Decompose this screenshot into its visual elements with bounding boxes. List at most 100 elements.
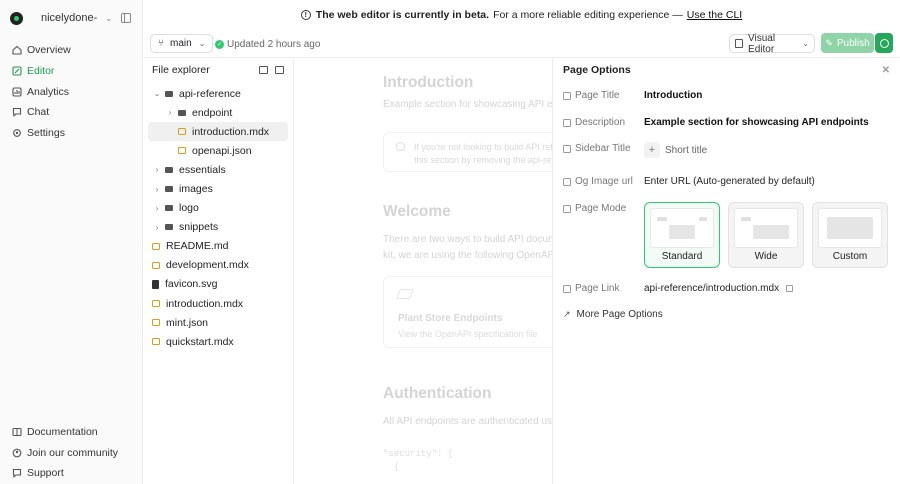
- copy-icon[interactable]: [786, 285, 794, 292]
- field-label: Page Title: [575, 90, 620, 101]
- tree-folder[interactable]: › images: [143, 179, 293, 198]
- chevron-right-icon[interactable]: ›: [165, 108, 175, 117]
- tree-item-label: api-reference: [179, 87, 241, 100]
- editor-canvas[interactable]: Introduction Example section for showcas…: [295, 58, 552, 484]
- doc-heading-introduction: Introduction: [383, 74, 474, 91]
- editor-icon: [12, 66, 22, 76]
- chevron-down-icon[interactable]: ⌄: [105, 13, 113, 24]
- page-options-panel: Page Options ✕ Page Title Introduction D…: [552, 58, 900, 484]
- tree-file[interactable]: development.mdx: [143, 256, 293, 275]
- folder-icon: [165, 186, 173, 193]
- layout-icon: [735, 39, 744, 48]
- file-icon: [152, 261, 160, 269]
- tree-item-label: essentials: [179, 163, 226, 176]
- code-line: "security": [: [383, 449, 454, 459]
- more-page-options-link[interactable]: ↗ More Page Options: [563, 309, 663, 320]
- description-input[interactable]: Example section for showcasing API endpo…: [644, 117, 869, 128]
- tree-item-label: introduction.mdx: [166, 297, 244, 310]
- chevron-right-icon[interactable]: ›: [152, 185, 162, 194]
- nav-item-overview[interactable]: Overview: [0, 40, 142, 60]
- page-title-label: Page Title: [563, 90, 619, 101]
- nav-item-label: Documentation: [27, 426, 98, 439]
- org-name: nicelydone-...: [41, 12, 97, 24]
- nav-item-settings[interactable]: Settings: [0, 123, 142, 143]
- file-icon: [152, 300, 160, 308]
- tree-file[interactable]: introduction.mdx: [148, 122, 288, 142]
- folder-icon: [165, 90, 173, 97]
- beta-banner: ! The web editor is currently in beta. F…: [143, 0, 900, 30]
- card-title: Plant Store Endpoints: [398, 313, 503, 324]
- home-icon: [12, 45, 22, 55]
- mode-thumbnail: [650, 208, 714, 248]
- tree-file[interactable]: openapi.json: [143, 141, 293, 160]
- doc-code-block: "security": [ {: [383, 448, 453, 474]
- page-link-text: api-reference/introduction.mdx: [644, 283, 780, 294]
- nav-item-editor[interactable]: Editor: [0, 61, 142, 81]
- tree-folder[interactable]: › endpoint: [143, 103, 293, 122]
- folder-icon: [165, 166, 173, 173]
- chevron-right-icon[interactable]: ›: [152, 223, 162, 232]
- new-folder-icon[interactable]: [259, 66, 268, 74]
- code-line: {: [383, 462, 400, 472]
- tree-file[interactable]: introduction.mdx: [143, 294, 293, 313]
- visual-editor-label: Visual Editor: [748, 32, 776, 55]
- tree-file[interactable]: mint.json: [143, 313, 293, 332]
- page-link-label: Page Link: [563, 283, 619, 294]
- nav-item-analytics[interactable]: Analytics: [0, 81, 142, 101]
- file-explorer-title: File explorer: [152, 64, 210, 76]
- mode-wide[interactable]: Wide: [728, 202, 804, 268]
- page-title-input[interactable]: Introduction: [644, 90, 702, 101]
- folder-icon: [178, 109, 186, 116]
- tree-folder[interactable]: › logo: [143, 199, 293, 218]
- doc-paragraph: kit, we are using the following OpenAPI: [383, 250, 552, 261]
- mode-custom[interactable]: Custom: [812, 202, 888, 268]
- file-tree: ⌄ api-reference › endpoint introduction.mdx o…: [143, 84, 293, 351]
- tree-folder[interactable]: › snippets: [143, 218, 293, 237]
- nav-item-documentation[interactable]: Documentation: [0, 422, 143, 442]
- sidebar-toggle-icon[interactable]: [120, 13, 131, 23]
- branch-name: main: [170, 38, 192, 49]
- doc-card: Plant Store Endpoints View the OpenAPI s…: [383, 276, 552, 348]
- mode-label: Wide: [754, 251, 778, 262]
- git-branch-icon: ⑂: [158, 38, 164, 49]
- new-file-icon[interactable]: [275, 66, 284, 74]
- branch-selector[interactable]: ⑂ main ⌄: [150, 34, 214, 53]
- nav-item-label: Overview: [27, 44, 71, 57]
- nav-item-label: Settings: [27, 126, 65, 139]
- sidebar-title-input[interactable]: + Short title: [644, 142, 707, 158]
- publish-button[interactable]: ✎ Publish: [821, 33, 874, 53]
- nav-item-support[interactable]: Support: [0, 463, 143, 483]
- tree-item-label: openapi.json: [192, 144, 252, 157]
- chevron-right-icon[interactable]: ›: [152, 165, 162, 174]
- og-image-input[interactable]: Enter URL (Auto-generated by default): [644, 176, 815, 187]
- more-page-options-label: More Page Options: [576, 309, 663, 320]
- tree-file[interactable]: quickstart.mdx: [143, 332, 293, 351]
- use-cli-link[interactable]: Use the CLI: [687, 9, 742, 21]
- bottom-nav: Documentation Join our community Support: [0, 422, 143, 484]
- tree-item-label: mint.json: [166, 316, 209, 329]
- close-icon[interactable]: ✕: [882, 65, 890, 76]
- page-mode-options: Standard Wide Custom: [644, 202, 896, 268]
- doc-paragraph: All API endpoints are authenticated usi: [383, 416, 552, 427]
- tree-folder[interactable]: ⌄ api-reference: [143, 84, 293, 103]
- doc-paragraph: There are two ways to build API docum: [383, 234, 552, 245]
- preview-site-button[interactable]: [875, 33, 893, 53]
- link-icon: [563, 284, 571, 293]
- visual-editor-dropdown[interactable]: Visual Editor ⌄: [729, 32, 815, 55]
- nav-item-community[interactable]: Join our community: [0, 443, 143, 463]
- card-subtitle: View the OpenAPI specification file: [398, 329, 538, 339]
- layout-icon: [563, 204, 571, 213]
- chevron-down-icon: ⌄: [802, 39, 809, 48]
- mode-standard[interactable]: Standard: [644, 202, 720, 268]
- tree-item-label: images: [179, 183, 213, 196]
- tree-item-label: snippets: [179, 221, 219, 234]
- tree-file[interactable]: favicon.svg: [143, 275, 293, 294]
- tree-folder[interactable]: › essentials: [143, 160, 293, 179]
- nav-item-chat[interactable]: Chat: [0, 102, 142, 122]
- support-icon: [12, 468, 22, 479]
- chevron-right-icon[interactable]: ›: [152, 204, 162, 213]
- tree-file[interactable]: README.md: [143, 237, 293, 256]
- org-switcher[interactable]: nicelydone-... ⌄: [0, 0, 142, 36]
- chevron-down-icon[interactable]: ⌄: [152, 89, 162, 98]
- lines-icon: [563, 118, 571, 127]
